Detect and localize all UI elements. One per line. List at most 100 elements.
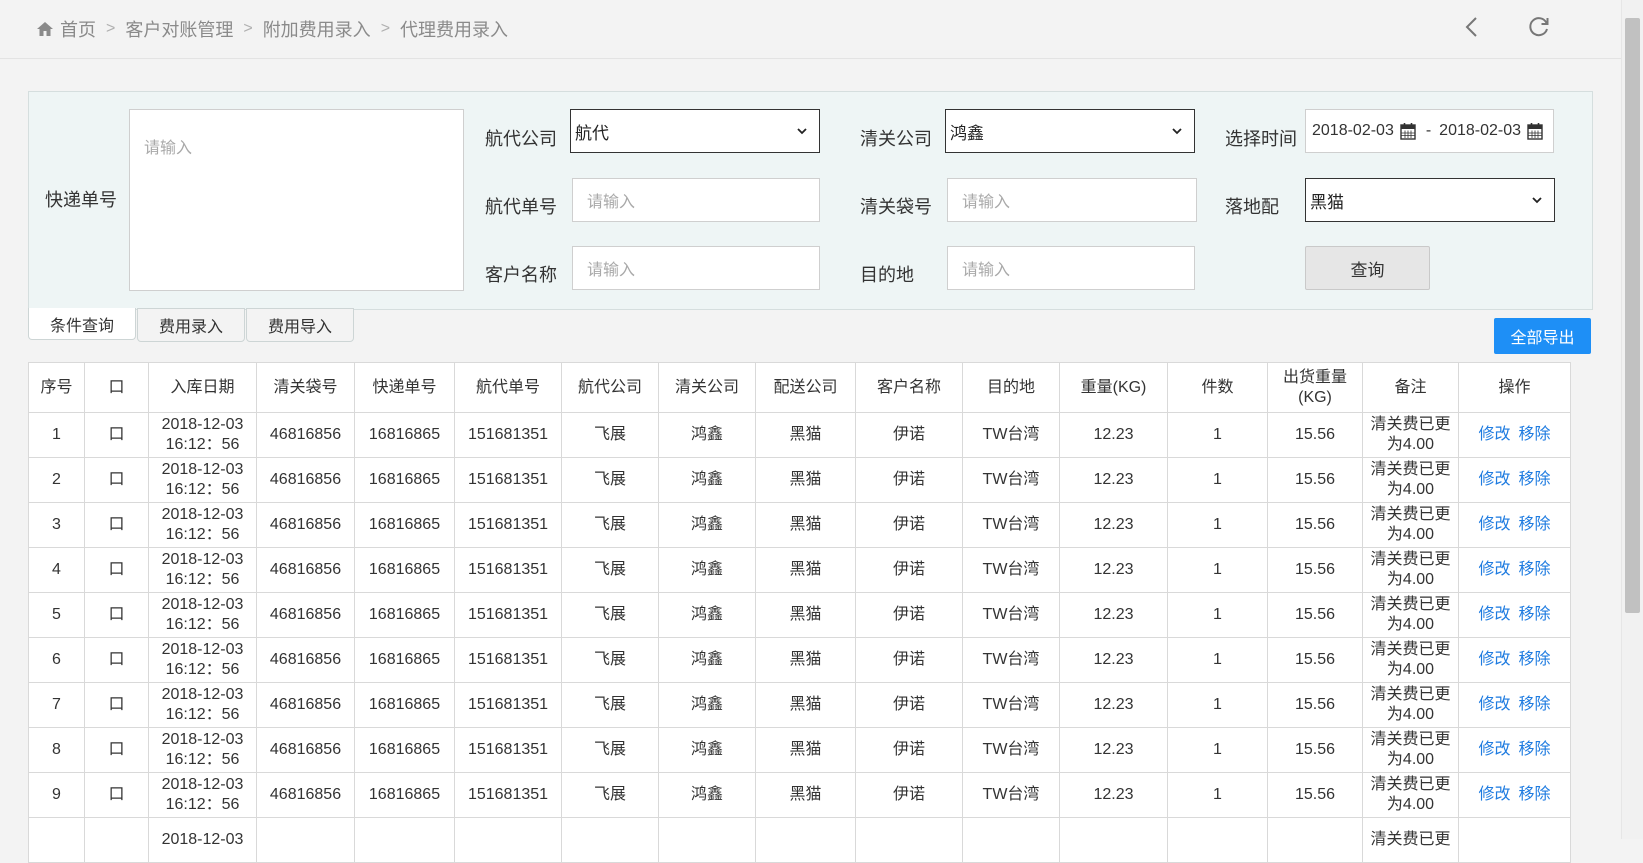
cell-airline: 飞展: [561, 772, 659, 818]
airline-number-placeholder: 请输入: [587, 194, 636, 211]
clearance-bag-input[interactable]: 请输入: [947, 178, 1197, 222]
edit-link[interactable]: 修改: [1478, 696, 1510, 713]
cell-no: 1: [28, 412, 85, 458]
cell-note-line: 清关费已更: [1370, 686, 1451, 703]
cell-express: 16816865: [354, 502, 455, 548]
row-checkbox[interactable]: 口: [84, 637, 149, 683]
row-checkbox[interactable]: 口: [84, 727, 149, 773]
remove-link[interactable]: 移除: [1519, 786, 1551, 803]
cell-airline: 飞展: [561, 502, 659, 548]
edit-link[interactable]: 修改: [1478, 786, 1510, 803]
breadcrumb-home[interactable]: 首页: [60, 16, 96, 42]
remove-link[interactable]: 移除: [1519, 471, 1551, 488]
airline-number-input[interactable]: 请输入: [572, 178, 820, 222]
cell-weight: 12.23: [1059, 592, 1168, 638]
tab-bar: 条件查询 费用录入 费用导入: [28, 308, 355, 344]
express-number-textarea[interactable]: 请输入: [129, 109, 464, 291]
cell-note-line: 清关费已更: [1370, 551, 1451, 568]
calendar-icon[interactable]: [1527, 122, 1543, 140]
clearance-company-select[interactable]: 鸿鑫: [945, 109, 1195, 153]
breadcrumb: 首页 > 客户对账管理 > 附加费用录入 > 代理费用录入: [36, 16, 508, 42]
vertical-scrollbar[interactable]: [1621, 0, 1643, 839]
airline-company-label: 航代公司: [485, 129, 557, 149]
edit-link[interactable]: 修改: [1478, 471, 1510, 488]
cell-customer: 伊诺: [855, 547, 963, 593]
row-checkbox[interactable]: 口: [84, 547, 149, 593]
remove-link[interactable]: 移除: [1519, 741, 1551, 758]
cell-express: 16816865: [354, 547, 455, 593]
edit-link[interactable]: 修改: [1478, 516, 1510, 533]
delivery-label: 落地配: [1225, 197, 1279, 217]
remove-link[interactable]: 移除: [1519, 516, 1551, 533]
tab-fee-entry[interactable]: 费用录入: [137, 308, 245, 342]
customer-name-placeholder: 请输入: [587, 262, 636, 279]
column-header: 清关公司: [658, 362, 756, 413]
cell-weight: 12.23: [1059, 637, 1168, 683]
cell-out-weight: 15.56: [1267, 592, 1363, 638]
cell-note-line: 为4.00: [1386, 571, 1435, 588]
row-checkbox[interactable]: 口: [84, 502, 149, 548]
cell-weight: [1059, 817, 1168, 863]
cell-dest: [962, 817, 1060, 863]
cell-bag: 46816856: [256, 772, 355, 818]
destination-label: 目的地: [860, 265, 914, 285]
home-icon[interactable]: [36, 20, 54, 38]
refresh-icon[interactable]: [1526, 14, 1552, 40]
edit-link[interactable]: 修改: [1478, 561, 1510, 578]
remove-link[interactable]: 移除: [1519, 561, 1551, 578]
query-button[interactable]: 查询: [1305, 246, 1430, 290]
customer-name-input[interactable]: 请输入: [572, 246, 820, 290]
cell-note-line: 为4.00: [1386, 616, 1435, 633]
tab-condition-query[interactable]: 条件查询: [28, 308, 136, 340]
breadcrumb-customer-reconciliation[interactable]: 客户对账管理: [125, 16, 233, 42]
cell-date-time: 16:12：56: [165, 661, 240, 678]
cell-dest: TW台湾: [962, 547, 1060, 593]
edit-link[interactable]: 修改: [1478, 651, 1510, 668]
column-header: 快递单号: [354, 362, 455, 413]
cell-clearance: 鸿鑫: [658, 412, 756, 458]
remove-link[interactable]: 移除: [1519, 606, 1551, 623]
edit-link[interactable]: 修改: [1478, 426, 1510, 443]
row-checkbox[interactable]: [84, 817, 149, 863]
remove-link[interactable]: 移除: [1519, 426, 1551, 443]
cell-clearance: 鸿鑫: [658, 592, 756, 638]
date-start[interactable]: 2018-02-03: [1312, 122, 1394, 140]
cell-no: 5: [28, 592, 85, 638]
remove-link[interactable]: 移除: [1519, 696, 1551, 713]
back-icon[interactable]: [1460, 14, 1486, 40]
calendar-icon[interactable]: [1400, 122, 1416, 140]
export-all-button[interactable]: 全部导出: [1494, 318, 1591, 354]
cell-out-weight: 15.56: [1267, 682, 1363, 728]
cell-actions: 修改 移除: [1458, 727, 1571, 773]
cell-count: 1: [1167, 727, 1268, 773]
cell-dest: TW台湾: [962, 772, 1060, 818]
table-row: 9 口 2018-12-03 16:12：56 46816856 16816865 1516…: [28, 772, 1571, 818]
row-checkbox[interactable]: 口: [84, 682, 149, 728]
edit-link[interactable]: 修改: [1478, 606, 1510, 623]
scrollbar-thumb[interactable]: [1625, 18, 1640, 613]
cell-clearance: 鸿鑫: [658, 457, 756, 503]
row-checkbox[interactable]: 口: [84, 772, 149, 818]
column-header: 配送公司: [755, 362, 856, 413]
cell-airline-no: 151681351: [454, 772, 562, 818]
date-end[interactable]: 2018-02-03: [1439, 122, 1521, 140]
airline-company-select[interactable]: 航代: [570, 109, 820, 153]
cell-date-day: 2018-12-03: [161, 551, 244, 568]
row-checkbox[interactable]: 口: [84, 457, 149, 503]
destination-input[interactable]: 请输入: [947, 246, 1195, 290]
cell-dest: TW台湾: [962, 592, 1060, 638]
tab-fee-import[interactable]: 费用导入: [246, 308, 354, 342]
date-range-picker[interactable]: 2018-02-03 - 2018-02-03: [1305, 109, 1554, 153]
cell-customer: 伊诺: [855, 682, 963, 728]
cell-actions: 修改 移除: [1458, 412, 1571, 458]
row-checkbox[interactable]: 口: [84, 592, 149, 638]
breadcrumb-extra-fee-entry[interactable]: 附加费用录入: [263, 16, 371, 42]
cell-no: 3: [28, 502, 85, 548]
edit-link[interactable]: 修改: [1478, 741, 1510, 758]
cell-delivery: 黑猫: [755, 637, 856, 683]
row-checkbox[interactable]: 口: [84, 412, 149, 458]
delivery-select[interactable]: 黑猫: [1305, 178, 1555, 222]
cell-count: 1: [1167, 502, 1268, 548]
remove-link[interactable]: 移除: [1519, 651, 1551, 668]
select-all-checkbox[interactable]: 口: [84, 362, 149, 413]
